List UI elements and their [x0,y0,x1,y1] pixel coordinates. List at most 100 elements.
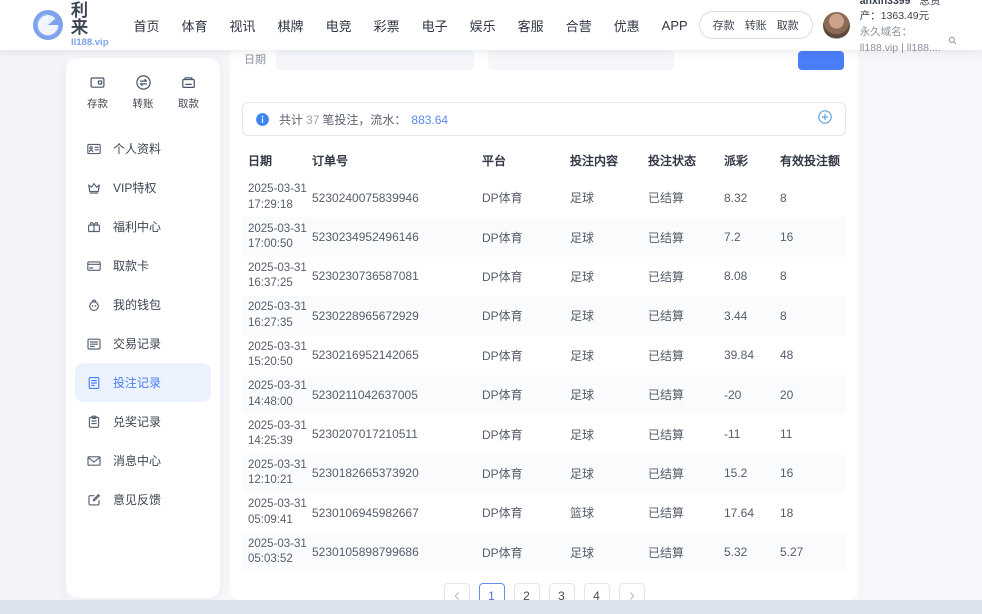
time-value: 16:37:25 [248,276,312,292]
cell-payout: 5.32 [724,545,780,559]
redeem-icon [86,414,102,430]
nav-item[interactable]: 彩票 [363,16,411,35]
cell-platform: DP体育 [482,268,570,285]
column-header: 派彩 [724,152,780,169]
column-header: 投注状态 [648,152,724,169]
sidebar-item[interactable]: 意见反馈 [75,480,211,519]
logo[interactable]: 利来 ll188.vip [32,2,109,48]
turnover-value: 883.64 [411,113,448,127]
nav-item[interactable]: 电竞 [315,16,363,35]
cell-content: 足球 [570,268,648,285]
wallet-action-button[interactable]: 存款 [713,17,735,33]
transfer-icon [135,74,152,91]
cell-date: 2025-03-3117:29:18 [248,182,312,213]
time-value: 12:10:21 [248,473,312,489]
cell-valid-amount: 8 [780,191,840,205]
nav-item[interactable]: 电子 [411,16,459,35]
cell-order: 5230228965672929 [312,309,482,323]
avatar[interactable] [823,12,850,39]
filter-date-label: 日期 [244,51,266,70]
time-value: 14:48:00 [248,395,312,411]
nav-item[interactable]: 优惠 [603,16,651,35]
username[interactable]: anxin3399 [860,0,911,7]
table-row: 2025-03-3114:25:395230207017210511DP体育足球… [242,414,846,453]
table-row: 2025-03-3114:48:005230211042637005DP体育足球… [242,375,846,414]
expand-button[interactable] [817,109,833,130]
date-range-input[interactable] [276,50,474,70]
sidebar-item-label: 取款卡 [113,257,149,274]
cell-payout: 17.64 [724,506,780,520]
nav-item[interactable]: 棋牌 [267,16,315,35]
cell-status: 已结算 [648,307,724,324]
nav-item[interactable]: 合营 [555,16,603,35]
nav-item[interactable]: APP [651,18,699,33]
cell-platform: DP体育 [482,189,570,206]
sidebar-item-label: 个人资料 [113,140,161,157]
date-value: 2025-03-31 [248,340,312,356]
withdraw-icon [180,74,197,91]
sidebar-item[interactable]: 个人资料 [75,129,211,168]
date-value: 2025-03-31 [248,261,312,277]
time-value: 17:00:50 [248,237,312,253]
table-row: 2025-03-3112:10:215230182665373920DP体育足球… [242,454,846,493]
nav-item[interactable]: 首页 [123,16,171,35]
cell-content: 足球 [570,347,648,364]
nav-item[interactable]: 娱乐 [459,16,507,35]
date-preset-tabs[interactable] [488,50,674,70]
sidebar-item[interactable]: 我的钱包 [75,285,211,324]
cell-order: 5230105898799686 [312,545,482,559]
quick-action-label: 取款 [178,96,199,111]
sidebar-item-label: 我的钱包 [113,296,161,313]
cell-platform: DP体育 [482,426,570,443]
bank-card-icon [86,258,102,274]
sidebar-item[interactable]: 取款卡 [75,246,211,285]
assets-value: 1363.49元 [881,10,929,22]
user-assets-line: anxin3399总资产：1363.49元 [860,0,958,25]
search-icon[interactable] [947,35,958,46]
sidebar-item-label: 兑奖记录 [113,413,161,430]
sidebar-item[interactable]: 福利中心 [75,207,211,246]
sidebar-item[interactable]: VIP特权 [75,168,211,207]
quick-action[interactable]: 转账 [133,74,154,111]
nav-item[interactable]: 客服 [507,16,555,35]
cell-platform: DP体育 [482,465,570,482]
cell-date: 2025-03-3114:48:00 [248,379,312,410]
date-value: 2025-03-31 [248,300,312,316]
sidebar-item[interactable]: 消息中心 [75,441,211,480]
sidebar-item[interactable]: 兑奖记录 [75,402,211,441]
sidebar-item-label: 消息中心 [113,452,161,469]
cell-status: 已结算 [648,386,724,403]
cell-valid-amount: 11 [780,427,840,441]
date-value: 2025-03-31 [248,537,312,553]
cell-content: 篮球 [570,504,648,521]
quick-action-label: 存款 [87,96,108,111]
cell-order: 5230216952142065 [312,348,482,362]
logo-icon [32,9,64,41]
sidebar-item-label: VIP特权 [113,179,156,196]
cell-valid-amount: 18 [780,506,840,520]
nav-item[interactable]: 视讯 [219,16,267,35]
date-value: 2025-03-31 [248,419,312,435]
wallet-action-button[interactable]: 转账 [745,17,767,33]
cell-content: 足球 [570,426,648,443]
wallet-action-button[interactable]: 取款 [777,17,799,33]
sidebar-item[interactable]: 交易记录 [75,324,211,363]
cell-date: 2025-03-3114:25:39 [248,419,312,450]
time-value: 15:20:50 [248,355,312,371]
cell-payout: -20 [724,388,780,402]
cell-date: 2025-03-3105:03:52 [248,537,312,568]
cell-status: 已结算 [648,347,724,364]
cell-payout: 15.2 [724,466,780,480]
cell-content: 足球 [570,307,648,324]
table-body: 2025-03-3117:29:185230240075839946DP体育足球… [242,178,846,572]
cell-platform: DP体育 [482,347,570,364]
table-row: 2025-03-3116:37:255230230736587081DP体育足球… [242,257,846,296]
cell-status: 已结算 [648,229,724,246]
column-header: 日期 [248,152,312,169]
quick-action[interactable]: 存款 [87,74,108,111]
cell-valid-amount: 8 [780,269,840,283]
summary-bar: 共计37笔投注，流水：883.64 [242,102,846,136]
sidebar-item[interactable]: 投注记录 [75,363,211,402]
quick-action[interactable]: 取款 [178,74,199,111]
nav-item[interactable]: 体育 [171,16,219,35]
